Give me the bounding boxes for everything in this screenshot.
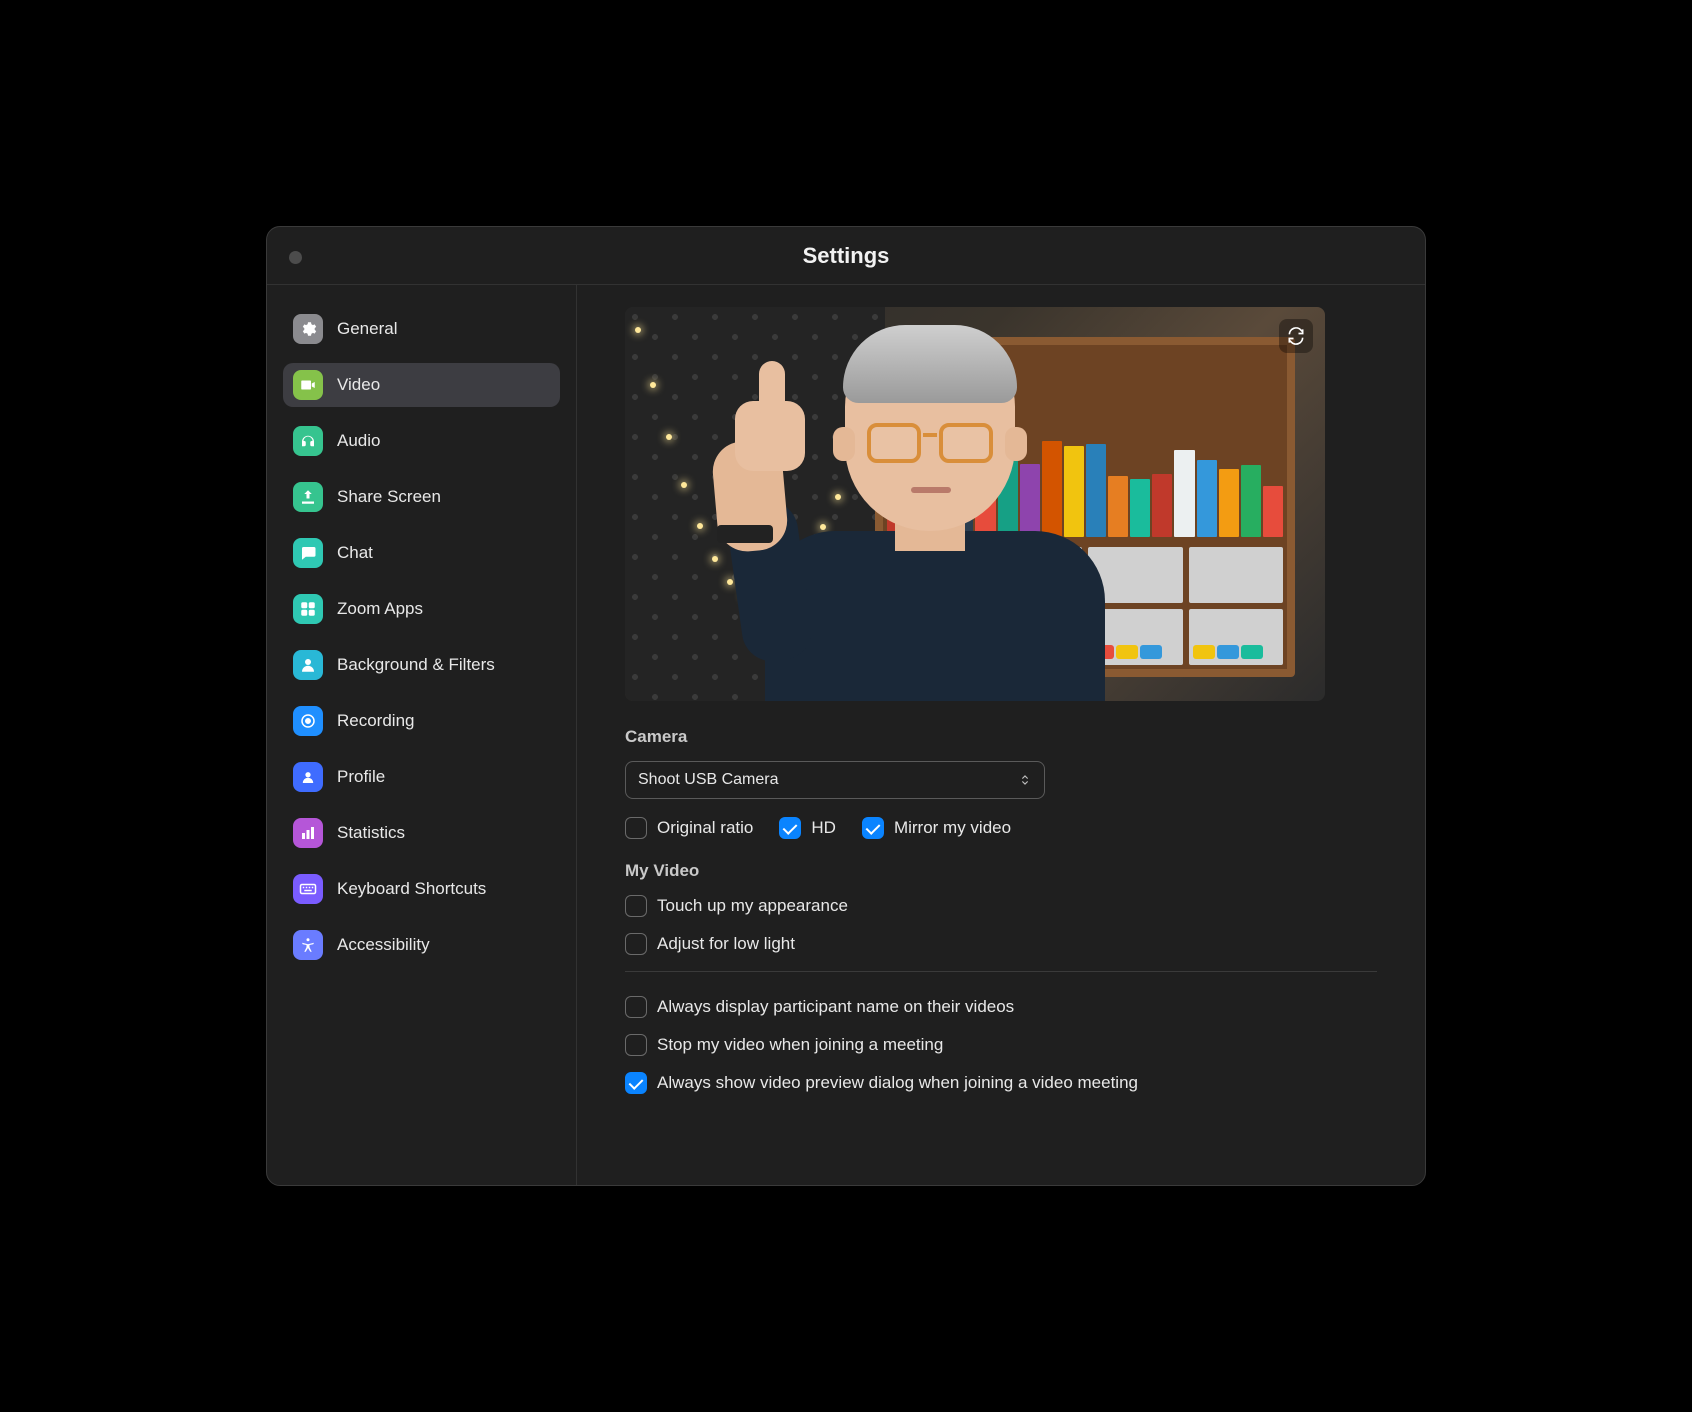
preview-person — [695, 341, 1115, 701]
stats-icon — [293, 818, 323, 848]
sidebar-item-profile[interactable]: Profile — [283, 755, 560, 799]
chevron-down-icon — [1018, 773, 1032, 787]
gear-icon — [293, 314, 323, 344]
checkbox-label: Always show video preview dialog when jo… — [657, 1073, 1138, 1093]
checkbox-original_ratio[interactable] — [625, 817, 647, 839]
sidebar-item-label: Profile — [337, 767, 385, 787]
sidebar-item-shortcuts[interactable]: Keyboard Shortcuts — [283, 867, 560, 911]
settings-window: Settings General Video Audio Share Screen Ch… — [266, 226, 1426, 1186]
sidebar-item-general[interactable]: General — [283, 307, 560, 351]
camera-section-label: Camera — [625, 727, 1377, 747]
check-touchup: Touch up my appearance — [625, 895, 1377, 917]
checkbox-show_names[interactable] — [625, 996, 647, 1018]
camera-select[interactable]: Shoot USB Camera — [625, 761, 1045, 799]
keyboard-icon — [293, 874, 323, 904]
sidebar-item-accessibility[interactable]: Accessibility — [283, 923, 560, 967]
camera-select-value: Shoot USB Camera — [638, 771, 779, 789]
sidebar-item-label: Chat — [337, 543, 373, 563]
checkbox-label: HD — [811, 818, 836, 838]
sidebar-item-audio[interactable]: Audio — [283, 419, 560, 463]
apps-icon — [293, 594, 323, 624]
sidebar-item-recording[interactable]: Recording — [283, 699, 560, 743]
checkbox-label: Original ratio — [657, 818, 753, 838]
record-icon — [293, 706, 323, 736]
sidebar-item-label: Recording — [337, 711, 415, 731]
checkbox-label: Touch up my appearance — [657, 896, 848, 916]
checkbox-hd[interactable] — [779, 817, 801, 839]
sidebar-item-label: General — [337, 319, 397, 339]
rotate-icon — [1286, 326, 1306, 346]
camera-checks-row: Original ratio HD Mirror my video — [625, 817, 1377, 839]
sidebar-item-label: Zoom Apps — [337, 599, 423, 619]
sidebar-item-video[interactable]: Video — [283, 363, 560, 407]
check-stop_on_join: Stop my video when joining a meeting — [625, 1034, 1377, 1056]
share-icon — [293, 482, 323, 512]
check-original_ratio: Original ratio — [625, 817, 753, 839]
checkbox-lowlight[interactable] — [625, 933, 647, 955]
check-mirror: Mirror my video — [862, 817, 1011, 839]
window-body: General Video Audio Share Screen Chat Zoom Ap… — [267, 285, 1425, 1185]
video-preview — [625, 307, 1325, 701]
sidebar-item-label: Share Screen — [337, 487, 441, 507]
video-icon — [293, 370, 323, 400]
profile-icon — [293, 762, 323, 792]
content-pane: Camera Shoot USB Camera Original ratio HD… — [577, 285, 1425, 1185]
sidebar: General Video Audio Share Screen Chat Zoom Ap… — [267, 285, 577, 1185]
sidebar-item-chat[interactable]: Chat — [283, 531, 560, 575]
sidebar-item-label: Background & Filters — [337, 655, 495, 675]
person-icon — [293, 650, 323, 680]
checkbox-mirror[interactable] — [862, 817, 884, 839]
checkbox-touchup[interactable] — [625, 895, 647, 917]
headphones-icon — [293, 426, 323, 456]
check-lowlight: Adjust for low light — [625, 933, 1377, 955]
chat-icon — [293, 538, 323, 568]
sidebar-item-statistics[interactable]: Statistics — [283, 811, 560, 855]
sidebar-item-label: Accessibility — [337, 935, 430, 955]
window-title: Settings — [803, 243, 890, 269]
sidebar-item-label: Video — [337, 375, 380, 395]
window-traffic-light-close[interactable] — [289, 251, 302, 264]
myvideo-section-label: My Video — [625, 861, 1377, 881]
divider — [625, 971, 1377, 972]
checkbox-preview_join[interactable] — [625, 1072, 647, 1094]
meeting-checks: Always display participant name on their… — [625, 996, 1377, 1094]
checkbox-label: Stop my video when joining a meeting — [657, 1035, 943, 1055]
check-show_names: Always display participant name on their… — [625, 996, 1377, 1018]
check-hd: HD — [779, 817, 836, 839]
check-preview_join: Always show video preview dialog when jo… — [625, 1072, 1377, 1094]
checkbox-label: Mirror my video — [894, 818, 1011, 838]
rotate-preview-button[interactable] — [1279, 319, 1313, 353]
sidebar-item-apps[interactable]: Zoom Apps — [283, 587, 560, 631]
sidebar-item-label: Audio — [337, 431, 380, 451]
myvideo-checks: Touch up my appearance Adjust for low lig… — [625, 895, 1377, 955]
checkbox-stop_on_join[interactable] — [625, 1034, 647, 1056]
checkbox-label: Adjust for low light — [657, 934, 795, 954]
titlebar: Settings — [267, 227, 1425, 285]
sidebar-item-background[interactable]: Background & Filters — [283, 643, 560, 687]
checkbox-label: Always display participant name on their… — [657, 997, 1014, 1017]
sidebar-item-share[interactable]: Share Screen — [283, 475, 560, 519]
sidebar-item-label: Statistics — [337, 823, 405, 843]
sidebar-item-label: Keyboard Shortcuts — [337, 879, 486, 899]
accessibility-icon — [293, 930, 323, 960]
